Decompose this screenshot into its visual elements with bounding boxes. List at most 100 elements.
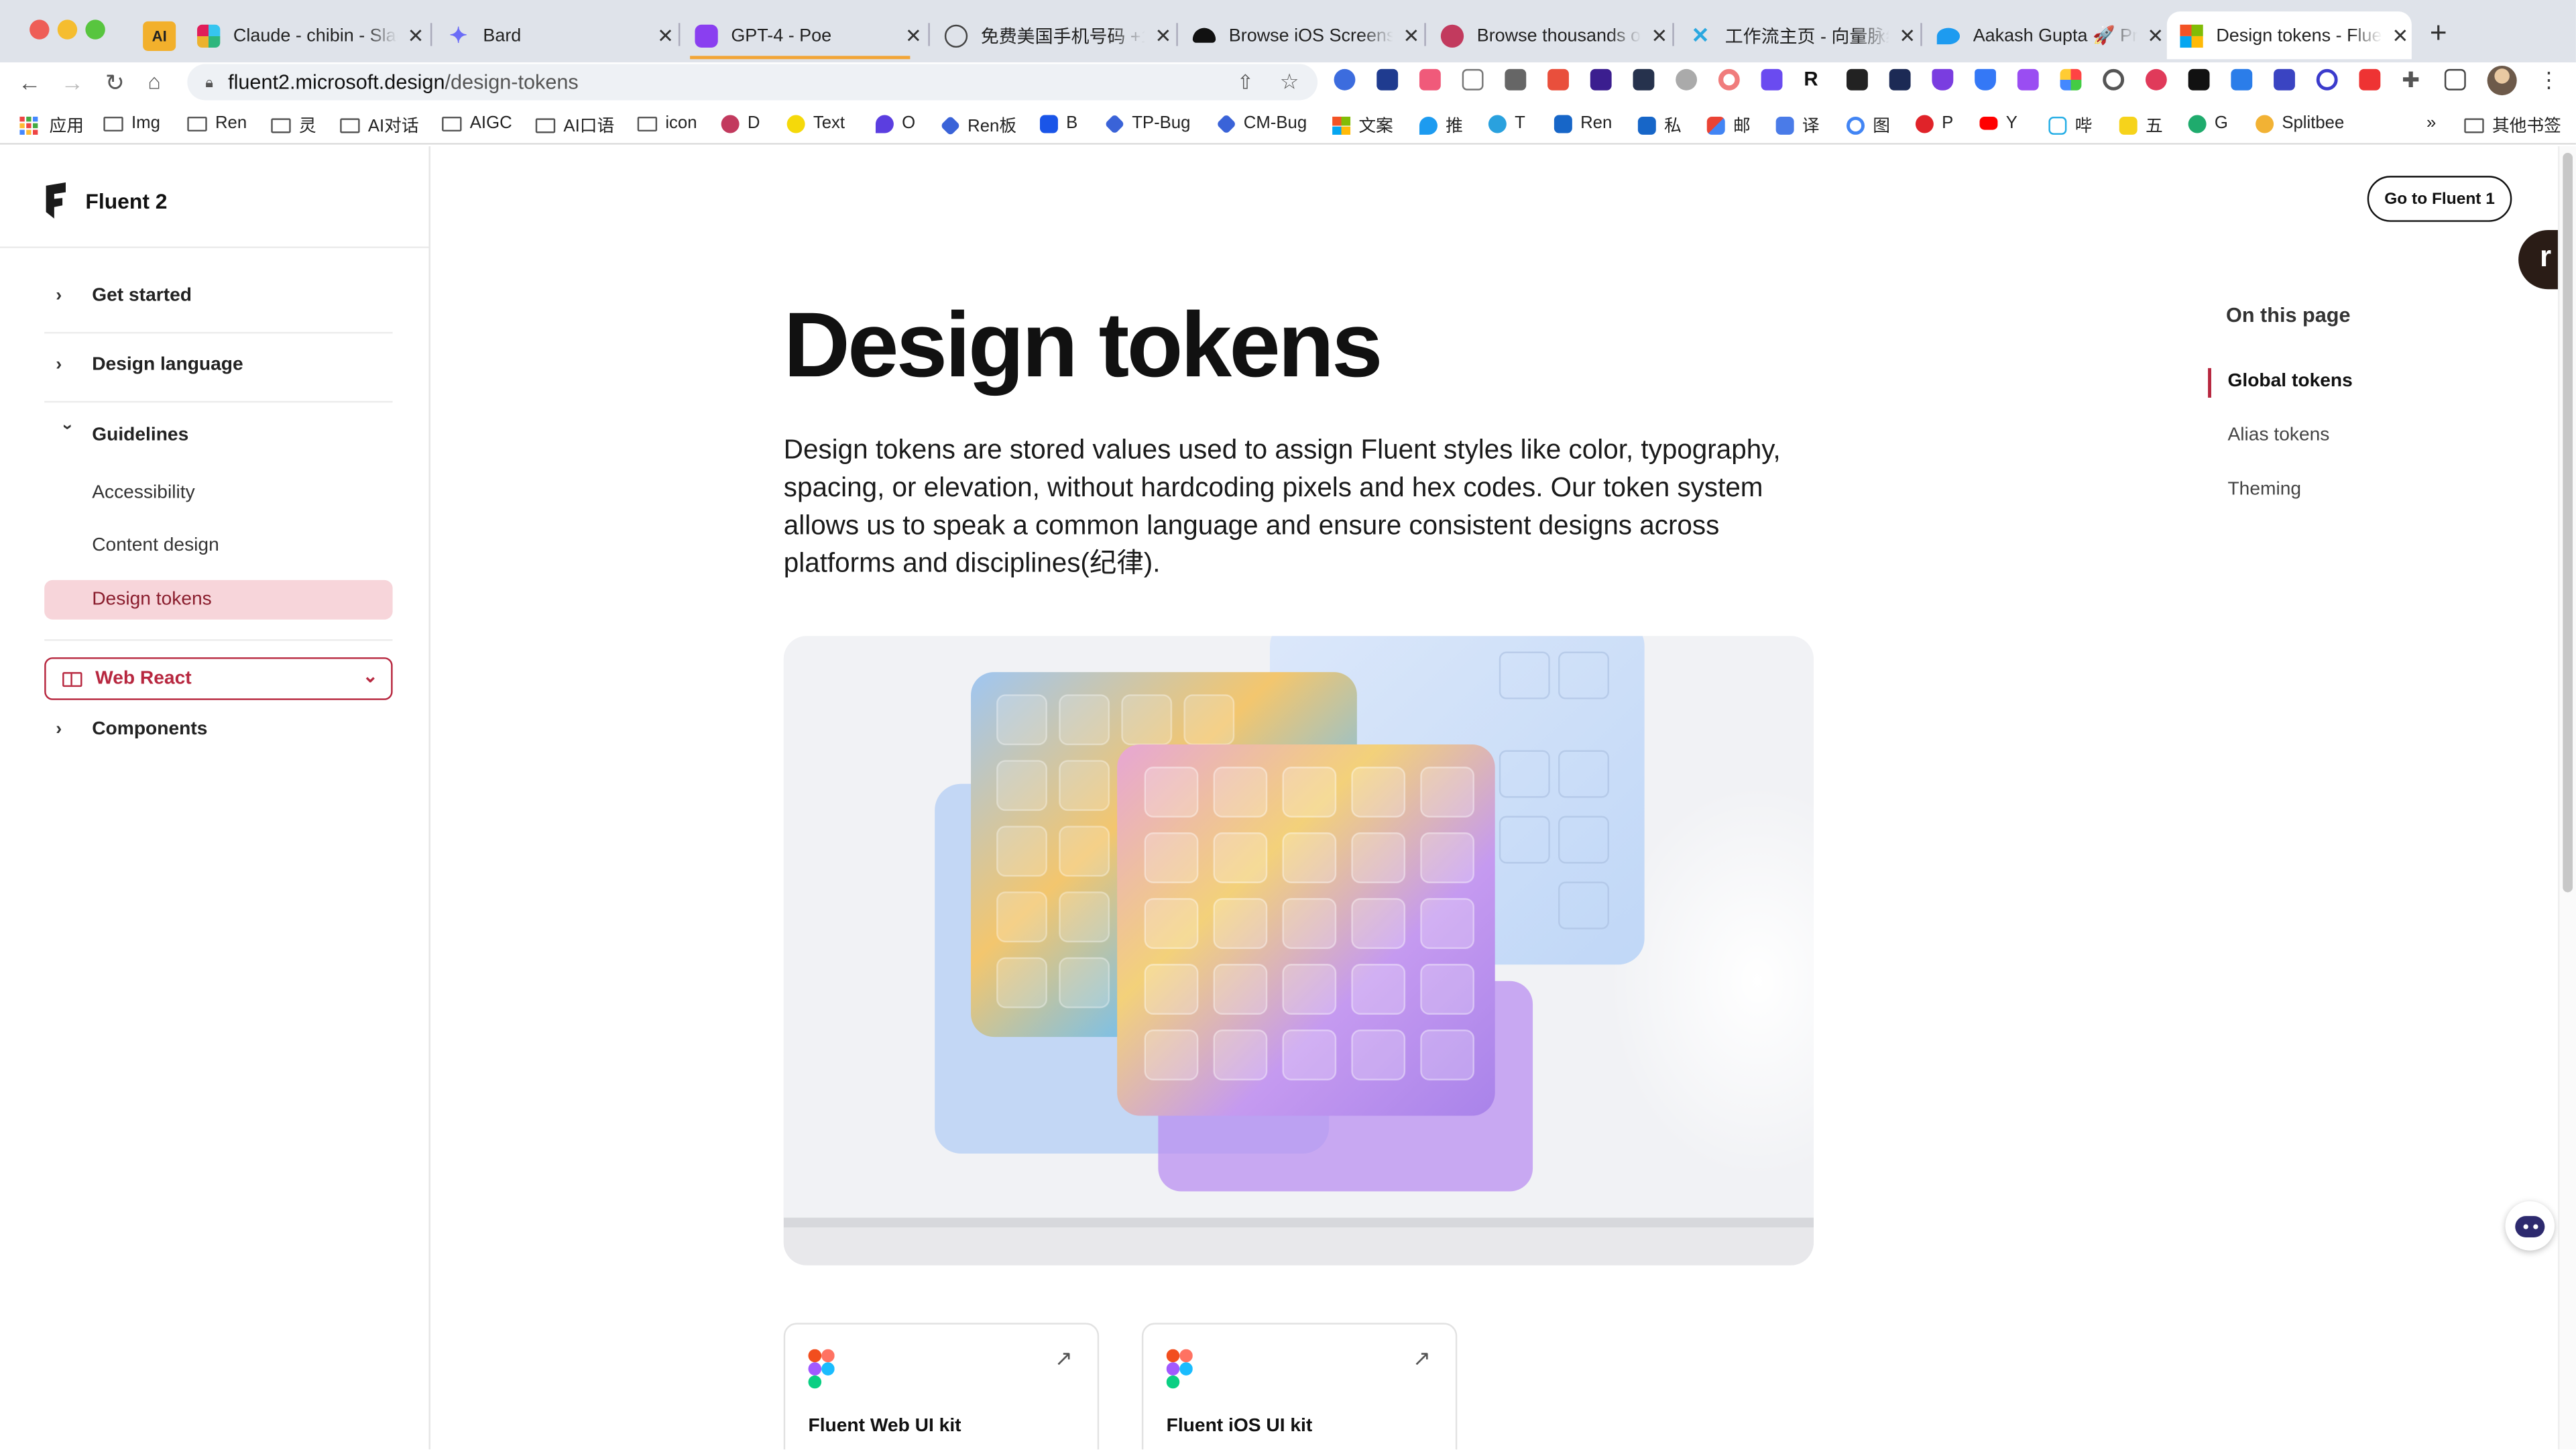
bookmark-link[interactable]: D [721, 113, 760, 133]
extension-icon[interactable] [1676, 68, 1698, 91]
tab-poe[interactable]: GPT-4 - Poe ✕ [682, 11, 925, 59]
extension-icon[interactable] [2231, 68, 2253, 91]
extension-icon[interactable] [1889, 68, 1911, 91]
bookmark-star-icon[interactable]: ☆ [1280, 69, 1299, 95]
bookmark-link[interactable]: TP-Bug [1104, 113, 1190, 134]
extension-icon[interactable] [1761, 68, 1783, 91]
menu-kebab-icon[interactable]: ⋮ [2538, 67, 2560, 93]
bookmark-link[interactable]: 推 [1419, 113, 1463, 138]
extension-icon[interactable] [1975, 68, 1996, 91]
tab-dribbble[interactable]: Browse thousands of ✕ [1427, 11, 1671, 59]
extension-icon[interactable] [1462, 68, 1484, 91]
fluent-web-ui-kit-card[interactable]: ↗ Fluent Web UI kit [783, 1323, 1100, 1450]
bookmark-folder[interactable]: AI对话 [340, 113, 419, 138]
maximize-window-icon[interactable] [85, 19, 105, 40]
bookmark-link[interactable]: Ren板 [940, 113, 1016, 138]
close-tab-icon[interactable]: ✕ [2392, 24, 2411, 47]
close-tab-icon[interactable]: ✕ [657, 24, 677, 47]
extension-icon[interactable] [2359, 68, 2381, 91]
extension-icon[interactable]: R [1804, 68, 1825, 91]
close-tab-icon[interactable]: ✕ [408, 24, 427, 47]
bookmark-apps[interactable]: 应用 [19, 113, 84, 138]
close-tab-icon[interactable]: ✕ [2147, 24, 2166, 47]
bookmark-link[interactable]: 译 [1775, 113, 1820, 138]
scrollbar-thumb[interactable] [2563, 152, 2573, 893]
nav-content-design[interactable]: Content design [92, 536, 219, 555]
assistant-bubble-icon[interactable] [2505, 1201, 2555, 1251]
extension-icon[interactable] [1419, 68, 1441, 91]
extension-icon[interactable] [1932, 68, 1954, 91]
bookmark-link[interactable]: T [1488, 113, 1525, 133]
reload-icon[interactable]: ↻ [105, 67, 125, 97]
bookmark-folder[interactable]: Img [103, 113, 160, 133]
sidepanel-icon[interactable] [2444, 68, 2466, 91]
extension-icon[interactable] [2145, 68, 2167, 91]
search-extension-icon[interactable] [2103, 68, 2125, 91]
extension-icon[interactable] [2274, 68, 2295, 91]
bookmarks-overflow[interactable]: » [2426, 113, 2436, 133]
bookmark-folder-other[interactable]: 其他书签 [2464, 113, 2561, 138]
tab-phone-number[interactable]: 免费美国手机号码 +16 ✕ [931, 11, 1175, 59]
home-icon[interactable]: ⌂ [148, 67, 161, 97]
bookmark-folder[interactable]: icon [637, 113, 697, 133]
close-tab-icon[interactable]: ✕ [1651, 24, 1670, 47]
tab-design-tokens[interactable]: Design tokens - Fluent ✕ [2166, 11, 2412, 60]
tab-slack[interactable]: Claude - chibin - Slack ✕ [184, 11, 427, 59]
extension-icon[interactable] [1334, 68, 1356, 91]
close-tab-icon[interactable]: ✕ [1155, 24, 1174, 47]
bookmark-link[interactable]: B [1039, 113, 1077, 133]
extension-icon[interactable] [1377, 68, 1399, 91]
bookmark-folder[interactable]: 灵 [271, 113, 316, 138]
toc-global-tokens[interactable]: Global tokens [2227, 372, 2352, 391]
bookmark-folder[interactable]: AIGC [442, 113, 512, 133]
nav-components[interactable]: › Components [56, 720, 207, 739]
bookmark-link[interactable]: 文案 [1332, 113, 1393, 138]
close-window-icon[interactable] [30, 19, 50, 40]
extension-icon[interactable] [1847, 68, 1868, 91]
bookmark-link[interactable]: Text [786, 113, 845, 133]
extension-icon[interactable] [1633, 68, 1655, 91]
back-icon[interactable]: ← [18, 67, 41, 97]
fluent-ios-ui-kit-card[interactable]: ↗ Fluent iOS UI kit [1141, 1323, 1458, 1450]
tab-twitter[interactable]: Aakash Gupta 🚀 Pro ✕ [1924, 11, 2167, 59]
extension-icon[interactable] [1718, 68, 1740, 91]
bookmark-link[interactable]: Ren [1554, 113, 1612, 133]
extension-icon[interactable] [2017, 68, 2039, 91]
bookmark-link[interactable]: Splitbee [2256, 113, 2344, 133]
tab-pinned-ai[interactable]: AI [138, 11, 181, 59]
puzzle-icon[interactable]: ✚ [2402, 69, 2423, 91]
close-tab-icon[interactable]: ✕ [1899, 24, 1918, 47]
toc-theming[interactable]: Theming [2227, 480, 2301, 499]
avatar[interactable] [2487, 66, 2517, 96]
new-tab-icon[interactable]: + [2430, 17, 2447, 51]
scrollbar[interactable] [2557, 146, 2576, 1450]
close-tab-icon[interactable]: ✕ [1403, 24, 1422, 47]
bookmark-link[interactable]: P [1915, 113, 1953, 133]
nav-design-tokens[interactable]: Design tokens [44, 579, 393, 620]
nav-get-started[interactable]: › Get started [56, 286, 192, 305]
bookmark-link[interactable]: O [875, 113, 915, 133]
bookmark-link[interactable]: CM-Bug [1216, 113, 1307, 134]
extension-icon[interactable] [1590, 68, 1612, 91]
bookmark-folder[interactable]: AI口语 [535, 113, 614, 138]
bookmark-link[interactable]: G [2188, 113, 2228, 133]
tab-vector[interactable]: ✕ 工作流主页 - 向量脉络 ✕ [1676, 11, 1919, 59]
nav-guidelines[interactable]: › Guidelines [56, 424, 189, 445]
toc-alias-tokens[interactable]: Alias tokens [2227, 426, 2329, 445]
bookmark-link[interactable]: 邮 [1706, 113, 1751, 138]
bookmark-link[interactable]: 图 [1847, 113, 1890, 138]
bookmark-link[interactable]: 五 [2119, 113, 2163, 138]
bookmark-link[interactable]: 哔 [2048, 113, 2092, 138]
bookmark-link[interactable]: 私 [1637, 113, 1682, 138]
go-to-fluent1-button[interactable]: Go to Fluent 1 [2367, 176, 2512, 222]
tab-bard[interactable]: ✦ Bard ✕ [434, 11, 677, 59]
nav-accessibility[interactable]: Accessibility [92, 483, 194, 502]
extension-icon[interactable] [2060, 68, 2082, 91]
tab-mobbin[interactable]: Browse iOS Screens ✕ [1179, 11, 1423, 59]
platform-select[interactable]: Web React ⌄ [44, 657, 393, 700]
close-tab-icon[interactable]: ✕ [905, 24, 925, 47]
extension-icon[interactable] [1547, 68, 1569, 91]
brand-logo[interactable]: Fluent 2 [43, 182, 168, 219]
bookmark-link[interactable]: Y [1979, 113, 2017, 133]
minimize-window-icon[interactable] [57, 19, 78, 40]
